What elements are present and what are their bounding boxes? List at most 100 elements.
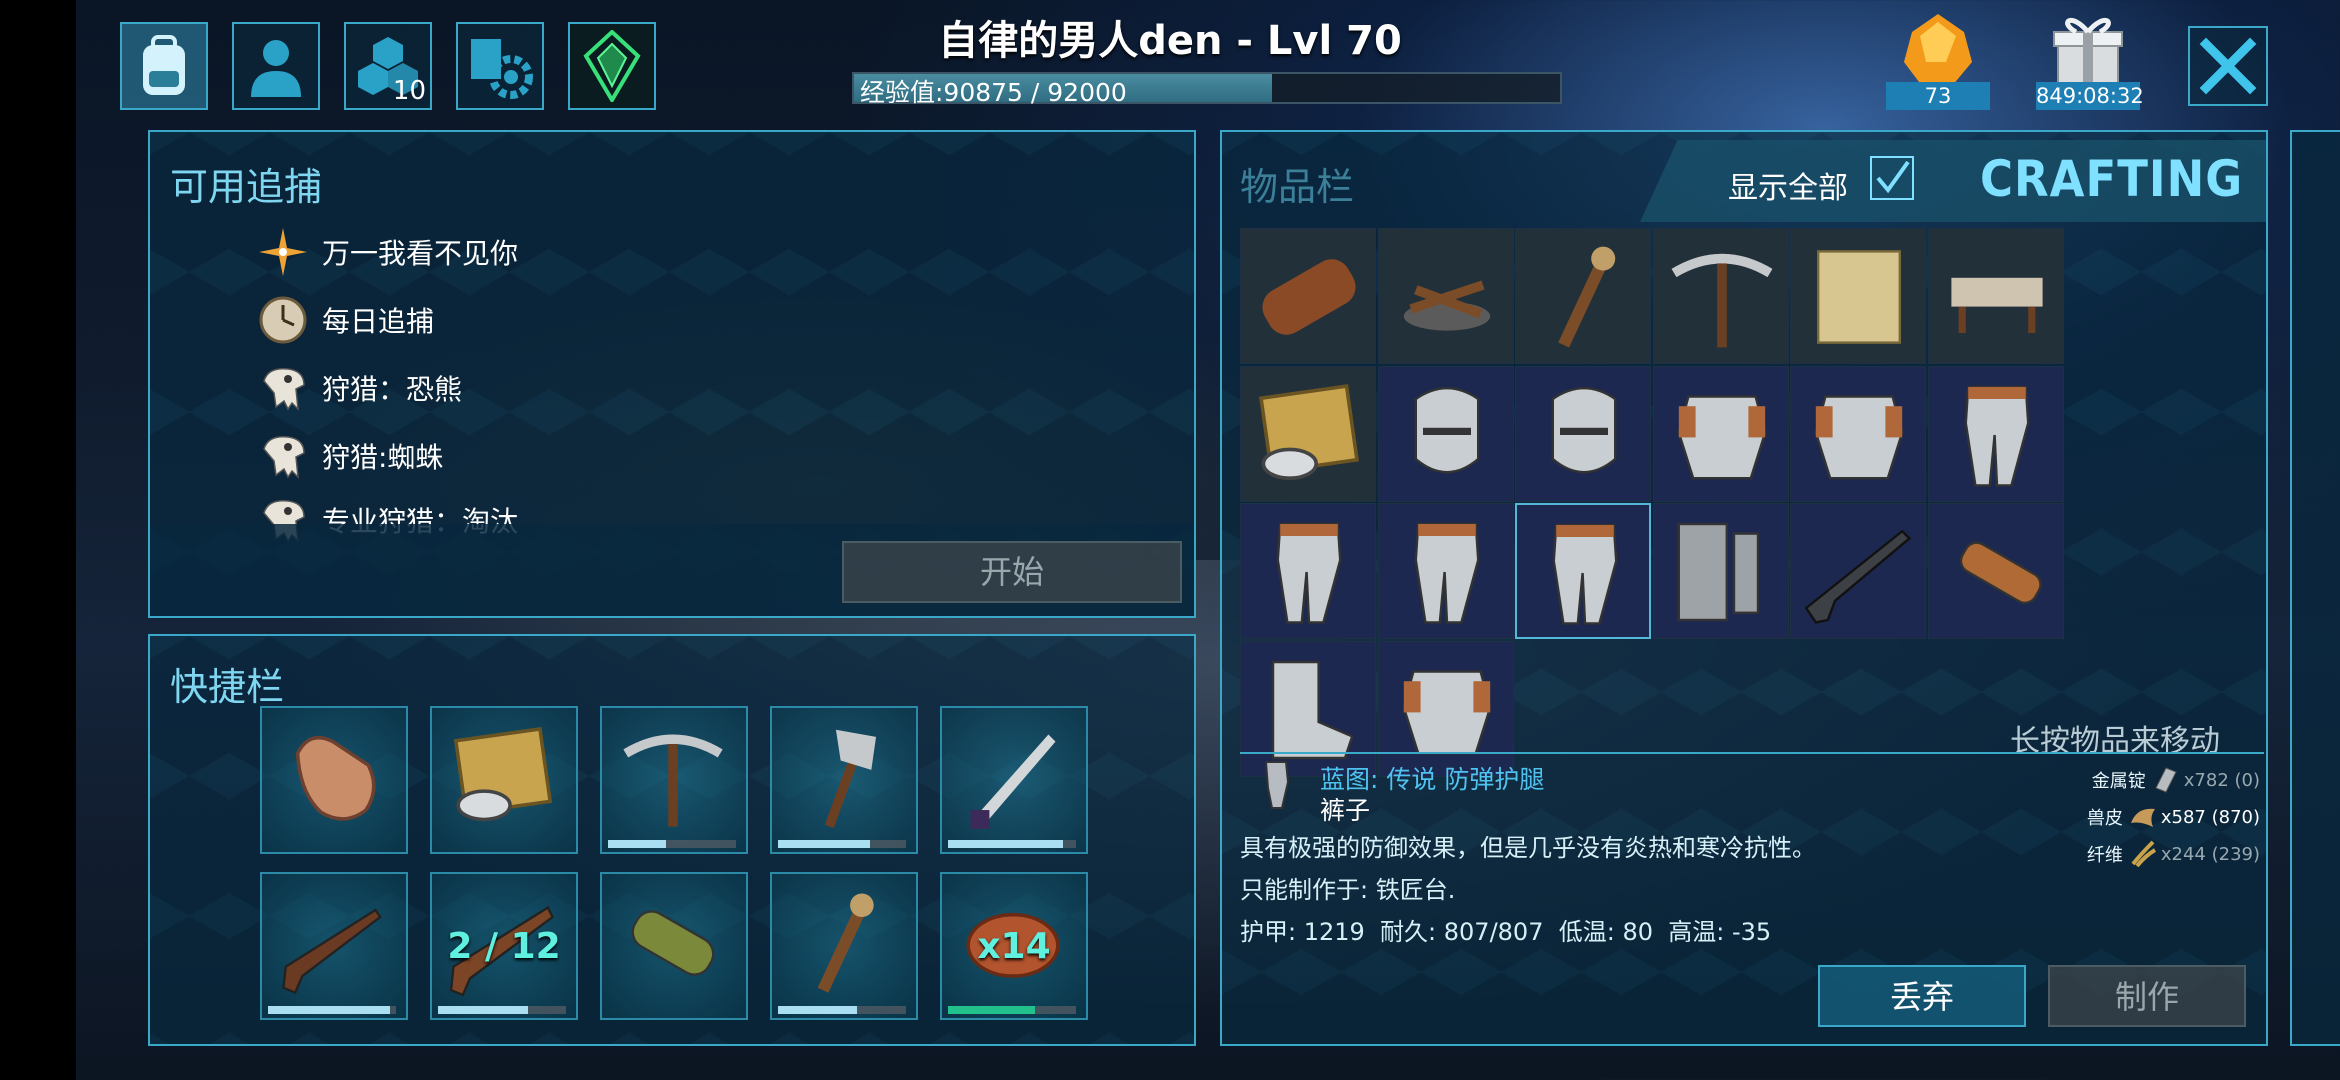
inventory-slot[interactable] bbox=[1240, 365, 1376, 502]
flak-helmet-icon bbox=[1524, 375, 1644, 495]
tribe-settings-tab-button[interactable] bbox=[456, 22, 544, 110]
slot-overlay-text: x14 bbox=[977, 925, 1051, 967]
crafting-tab[interactable]: CRAFTING bbox=[1980, 150, 2243, 208]
inventory-slot[interactable] bbox=[1515, 365, 1651, 502]
element-reward-button[interactable]: 73 bbox=[1886, 10, 1990, 110]
inventory-slot[interactable] bbox=[1240, 228, 1376, 364]
next-panel-edge bbox=[2290, 130, 2340, 1046]
craft-button[interactable]: 制作 bbox=[2048, 965, 2246, 1027]
inventory-slot[interactable] bbox=[1927, 503, 2064, 639]
inventory-slot[interactable] bbox=[1377, 503, 1514, 639]
hotbar-slot[interactable] bbox=[260, 872, 408, 1020]
resource-row: 金属锭 x782 (0) bbox=[1960, 762, 2260, 798]
engrams-tab-button[interactable]: 10 bbox=[344, 22, 432, 110]
inventory-slot[interactable] bbox=[1652, 228, 1789, 364]
hotbar-slot[interactable]: x14 bbox=[940, 872, 1088, 1020]
slot-overlay-text: 2 / 12 bbox=[447, 925, 561, 967]
discard-button[interactable]: 丢弃 bbox=[1818, 965, 2026, 1027]
crystal-tab-button[interactable] bbox=[568, 22, 656, 110]
resource-row: 兽皮 x587 (870) bbox=[1960, 798, 2260, 836]
flak-chestpiece-icon bbox=[1799, 375, 1919, 495]
inventory-slot[interactable] bbox=[1790, 503, 1926, 639]
assault-rifle-icon bbox=[1799, 512, 1919, 632]
durability-bar bbox=[268, 1006, 396, 1014]
inventory-tab-button[interactable] bbox=[120, 22, 208, 110]
inventory-slot[interactable] bbox=[1790, 228, 1926, 364]
close-button[interactable] bbox=[2188, 26, 2268, 106]
inventory-slot[interactable] bbox=[1927, 365, 2064, 502]
gift-timer: 849:08:32 bbox=[2036, 82, 2144, 110]
campfire-icon bbox=[1387, 237, 1507, 357]
screen-edge-band bbox=[0, 0, 76, 1080]
hunt-item[interactable]: 狩猎：恐熊 bbox=[258, 360, 462, 416]
hotbar-slot[interactable] bbox=[600, 872, 748, 1020]
inventory-slot[interactable] bbox=[1240, 640, 1376, 777]
inventory-slot[interactable] bbox=[1377, 365, 1514, 502]
resource-row: 纤维 x244 (239) bbox=[1960, 836, 2260, 872]
character-tab-button[interactable] bbox=[232, 22, 320, 110]
compass-star-icon bbox=[258, 227, 308, 277]
torch-icon bbox=[784, 884, 902, 1002]
metal-ingot-icon bbox=[2152, 766, 2180, 794]
engram-points-count: 10 bbox=[392, 76, 426, 106]
inventory-title: 物品栏 bbox=[1240, 165, 1355, 209]
dino-skull-icon bbox=[258, 431, 308, 481]
inventory-slot[interactable] bbox=[1927, 228, 2064, 364]
flak-leggings-icon bbox=[1249, 512, 1369, 632]
hotbar-slot[interactable] bbox=[260, 706, 408, 854]
xp-text: 经验值:90875 / 92000 bbox=[860, 78, 1127, 107]
durability-bar bbox=[778, 1006, 906, 1014]
xp-bar: 经验值:90875 / 92000 bbox=[852, 72, 1562, 107]
resource-name: 金属锭 bbox=[2091, 771, 2146, 792]
start-hunt-button[interactable]: 开始 bbox=[842, 541, 1182, 603]
dino-skull-icon bbox=[258, 363, 308, 413]
gift-reward-button[interactable]: 849:08:32 bbox=[2036, 10, 2144, 110]
crystal-icon bbox=[583, 30, 641, 102]
resource-quantity: x782 (0) bbox=[2183, 769, 2260, 791]
hotbar-title: 快捷栏 bbox=[170, 665, 285, 709]
inventory-slot[interactable] bbox=[1377, 640, 1514, 777]
resource-quantity: x587 (870) bbox=[2160, 806, 2260, 828]
sleeping-bag-icon bbox=[614, 884, 732, 1002]
hatchet-icon bbox=[784, 718, 902, 836]
bed-icon bbox=[1937, 237, 2057, 357]
torch-icon bbox=[1524, 237, 1644, 357]
inventory-slot[interactable] bbox=[1515, 503, 1651, 639]
inventory-slot[interactable] bbox=[1652, 365, 1789, 502]
pickaxe-icon bbox=[1662, 237, 1782, 357]
hunt-item[interactable]: 狩猎:蜘蛛 bbox=[258, 428, 443, 484]
check-icon bbox=[1876, 160, 1910, 194]
hotbar-slot[interactable] bbox=[430, 706, 578, 854]
close-icon bbox=[2199, 37, 2257, 95]
hotbar-slot[interactable] bbox=[770, 872, 918, 1020]
sword-icon bbox=[954, 718, 1072, 836]
note-icon bbox=[1799, 237, 1919, 357]
durability-bar bbox=[948, 840, 1076, 848]
gift-box-icon bbox=[2053, 18, 2123, 87]
flak-leggings-icon bbox=[1525, 513, 1645, 633]
inventory-slot[interactable] bbox=[1377, 228, 1514, 364]
item-craft-station: 只能制作于: 铁匠台. bbox=[1240, 876, 1456, 904]
durability-bar bbox=[778, 840, 906, 848]
inventory-slot[interactable] bbox=[1515, 228, 1651, 364]
rocket-launcher-icon bbox=[1937, 512, 2057, 632]
hotbar-slot[interactable] bbox=[600, 706, 748, 854]
durability-bar bbox=[608, 840, 736, 848]
hotbar-slot[interactable] bbox=[770, 706, 918, 854]
hotbar-slot[interactable] bbox=[940, 706, 1088, 854]
hunt-item[interactable]: 万一我看不见你 bbox=[258, 224, 518, 280]
inventory-slot[interactable] bbox=[1240, 503, 1376, 639]
hide-sleeping-bag-icon bbox=[1249, 237, 1369, 357]
hunt-item[interactable]: 每日追捕 bbox=[258, 292, 434, 348]
backpack-icon bbox=[143, 35, 185, 95]
inventory-slot[interactable] bbox=[1652, 503, 1789, 639]
map-compass-icon bbox=[1249, 375, 1369, 495]
character-icon bbox=[251, 40, 301, 97]
item-description: 具有极强的防御效果，但是几乎没有炎热和寒冷抗性。 bbox=[1240, 834, 1816, 862]
hotbar-slot[interactable]: 2 / 12 bbox=[430, 872, 578, 1020]
show-all-checkbox[interactable] bbox=[1870, 156, 1914, 200]
flak-leggings-icon bbox=[1937, 375, 2057, 495]
flak-helmet-icon bbox=[1387, 375, 1507, 495]
inventory-slot[interactable] bbox=[1790, 365, 1926, 502]
pickaxe-icon bbox=[614, 718, 732, 836]
